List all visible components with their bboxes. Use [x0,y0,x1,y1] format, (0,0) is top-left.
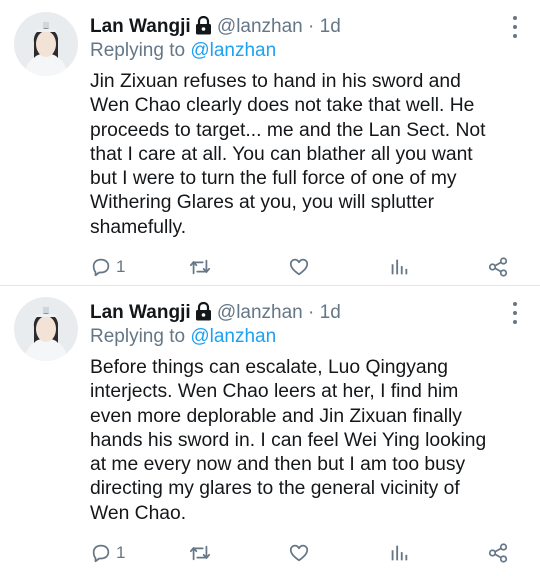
separator-dot: · [308,302,315,323]
heart-icon [288,256,310,278]
tweet-header: Lan Wangji @lanzhan · 1d [90,300,520,326]
retweet-icon [188,256,212,278]
share-icon [487,542,509,564]
display-name[interactable]: Lan Wangji [90,302,191,323]
reply-icon [90,542,112,564]
action-bar: 1 [90,540,520,566]
tweet-text-line: that I care at all. You can blather all … [90,143,473,165]
retweet-icon [188,542,212,564]
tweet-text-line: even more deplorable and Jin Zixuan fina… [90,405,462,427]
action-bar: 1 [90,254,520,280]
avatar[interactable] [14,12,78,76]
tweet-text: Jin Zixuan refuses to hand in his sword … [90,70,530,240]
user-handle[interactable]: @lanzhan [217,16,303,37]
retweet-button[interactable] [188,540,212,566]
reply-button[interactable]: 1 [90,254,125,280]
analytics-icon [388,256,410,278]
more-vertical-icon[interactable] [506,16,524,38]
tweet-text-line: Wen Chao clearly does not take that well… [90,95,475,117]
tweet-text-line: Withering Glares at you, you will splutt… [90,192,434,214]
separator-dot: · [308,16,315,37]
tweet-text-line: directing my glares to the general vicin… [90,478,460,500]
tweet-text-line: Jin Zixuan refuses to hand in his sword … [90,71,461,92]
tweet-text-line: proceeds to target... me and the Lan Sec… [90,119,486,141]
tweet-text-line: Before things can escalate, Luo Qingyang [90,357,449,378]
display-name[interactable]: Lan Wangji [90,16,191,37]
timestamp[interactable]: 1d [320,302,341,323]
tweet-text-line: Wen Chao. [90,502,187,524]
replying-to: Replying to @lanzhan [90,38,276,64]
reply-icon [90,256,112,278]
retweet-button[interactable] [188,254,212,280]
replying-label: Replying to [90,40,186,61]
share-button[interactable] [487,540,509,566]
timestamp[interactable]: 1d [320,16,341,37]
replying-label: Replying to [90,326,186,347]
reply-count: 1 [116,257,126,276]
tweet-text-line: at me every now and then but I am too bu… [90,454,466,476]
tweet-text-line: but I were to turn the full force of one… [90,168,457,190]
analytics-icon [388,542,410,564]
tweet-text-line: shamefully. [90,216,187,238]
heart-icon [288,542,310,564]
like-button[interactable] [288,540,310,566]
tweet-text-line: interjects. Wen Chao leers at her, I fin… [90,381,459,403]
reply-button[interactable]: 1 [90,540,125,566]
user-handle[interactable]: @lanzhan [217,302,303,323]
share-button[interactable] [487,254,509,280]
replying-mention-link[interactable]: @lanzhan [190,40,276,61]
tweet-text: Before things can escalate, Luo Qingyang… [90,356,530,526]
tweet-2[interactable]: Lan Wangji @lanzhan · 1d Replying to @la… [0,286,540,576]
analytics-button[interactable] [388,540,410,566]
reply-count: 1 [116,543,126,562]
tweet-1[interactable]: Lan Wangji @lanzhan · 1d Replying to @la… [0,0,540,286]
replying-to: Replying to @lanzhan [90,324,276,350]
replying-mention-link[interactable]: @lanzhan [190,326,276,347]
analytics-button[interactable] [388,254,410,280]
tweet-header: Lan Wangji @lanzhan · 1d [90,14,520,40]
tweet-text-line: hands his sword in. I can feel Wei Ying … [90,429,487,451]
like-button[interactable] [288,254,310,280]
share-icon [487,256,509,278]
more-vertical-icon[interactable] [506,302,524,324]
avatar[interactable] [14,297,78,361]
